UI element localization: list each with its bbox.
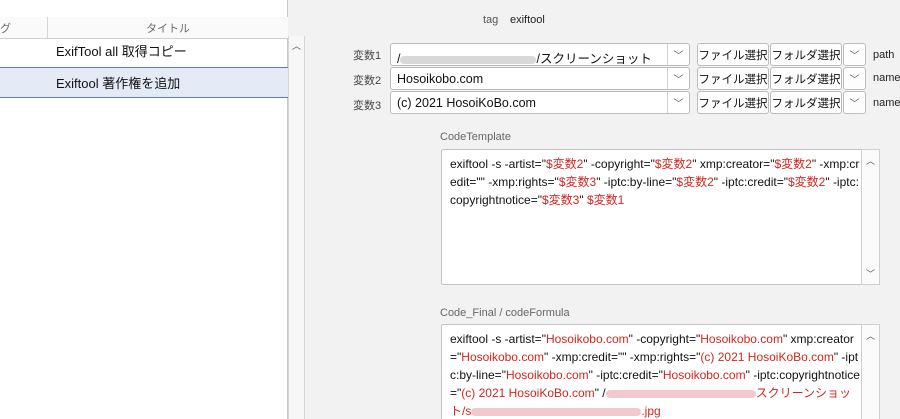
code-text: " [579, 193, 587, 207]
var2-type-label: name [873, 72, 900, 84]
var2-label: 変数2 [353, 75, 382, 87]
code-variable: .jpg [641, 404, 661, 418]
code-variable: Hosoikobo.com [700, 332, 783, 346]
code-template-textarea[interactable]: exiftool -s -artist="$変数2" -copyright="$… [441, 149, 880, 285]
scroll-up-icon[interactable]: ︿ [866, 154, 875, 167]
code-text: " -iptc:by-line=" [596, 175, 677, 189]
code-final-text: exiftool -s -artist="Hosoikobo.com" -cop… [450, 330, 864, 419]
code-variable: Hosoikobo.com [662, 368, 746, 382]
list-item[interactable]: ExifTool all 取得コピー [0, 36, 288, 65]
chevron-down-icon[interactable]: ﹀ [667, 92, 689, 113]
var2-combobox[interactable]: Hosoikobo.com ﹀ [390, 67, 690, 90]
chevron-down-icon[interactable]: ﹀ [843, 91, 866, 114]
code-text: " -iptc:credit=" [713, 175, 788, 189]
chevron-down-icon[interactable]: ﹀ [843, 67, 866, 90]
code-variable: (c) 2021 HosoiKoBo.com [461, 386, 595, 400]
redacted-path [605, 389, 756, 398]
code-variable: $変数1 [586, 193, 625, 207]
app-window: グ タイトル ExifTool all 取得コピー Exiftool 著作権を追… [0, 0, 900, 419]
macro-list[interactable]: グ タイトル ExifTool all 取得コピー Exiftool 著作権を追… [0, 0, 288, 419]
code-variable: $変数2 [787, 175, 826, 189]
var3-combobox[interactable]: (c) 2021 HosoiKoBo.com ﹀ [390, 91, 690, 114]
list-item-selected[interactable]: Exiftool 著作権を追加 [0, 67, 288, 98]
var1-file-select-button[interactable]: ファイル選択 [697, 43, 769, 66]
code-variable: $変数2 [774, 157, 812, 171]
code-template-scrollbar[interactable]: ︿ ﹀ [861, 149, 880, 285]
code-text: " -xmp:credit="" -xmp:rights=" [544, 350, 701, 364]
var1-value-suffix: /スクリーンショット [536, 52, 652, 66]
code-text: " -iptc:credit=" [588, 368, 663, 382]
code-text: exiftool -s -artist=" [450, 157, 546, 171]
var3-label: 変数3 [353, 100, 382, 112]
chevron-down-icon[interactable]: ﹀ [667, 68, 689, 89]
list-scrollbar[interactable]: ︿ [288, 36, 305, 419]
code-variable: $変数3 [558, 175, 597, 189]
code-final-scrollbar[interactable]: ︿ [861, 324, 880, 419]
var3-value: (c) 2021 HosoiKoBo.com [397, 96, 536, 110]
var1-value: //スクリーンショット [397, 48, 652, 67]
redacted-path [471, 407, 642, 416]
code-variable: $変数2 [654, 157, 693, 171]
var2-file-select-button[interactable]: ファイル選択 [697, 67, 769, 90]
var1-type-label: path [873, 49, 895, 61]
chevron-down-icon[interactable]: ﹀ [843, 43, 866, 66]
tag-label: tag [483, 14, 499, 26]
list-item-title: Exiftool 著作権を追加 [56, 76, 181, 91]
var3-file-select-button[interactable]: ファイル選択 [697, 91, 769, 114]
code-text: " -copyright=" [583, 157, 655, 171]
scroll-down-icon[interactable]: ﹀ [866, 267, 875, 280]
code-variable: $変数2 [545, 157, 584, 171]
list-item-title: ExifTool all 取得コピー [56, 44, 187, 59]
var3-folder-select-button[interactable]: フォルダ選択 [770, 91, 842, 114]
scroll-up-icon[interactable]: ︿ [866, 329, 875, 342]
chevron-down-icon[interactable]: ﹀ [667, 44, 689, 65]
code-variable: $変数2 [676, 175, 714, 189]
var1-label: 変数1 [353, 50, 382, 62]
var1-folder-select-button[interactable]: フォルダ選択 [770, 43, 842, 66]
tag-value: exiftool [510, 14, 545, 26]
var2-value: Hosoikobo.com [397, 72, 484, 86]
var2-folder-select-button[interactable]: フォルダ選択 [770, 67, 842, 90]
code-text: " / [594, 386, 606, 400]
redacted-path [400, 55, 537, 64]
code-text: exiftool -s -artist=" [450, 332, 546, 346]
code-variable: $変数3 [541, 193, 580, 207]
var1-combobox[interactable]: //スクリーンショット ﹀ [390, 43, 690, 66]
var3-type-label: name [873, 97, 900, 109]
code-variable: Hosoikobo.com [545, 332, 629, 346]
scroll-up-icon[interactable]: ︿ [292, 39, 301, 52]
code-variable: Hosoikobo.com [505, 368, 589, 382]
code-final-title: Code_Final / codeFormula [440, 307, 570, 319]
code-variable: Hosoikobo.com [461, 350, 544, 364]
code-final-textarea[interactable]: exiftool -s -artist="Hosoikobo.com" -cop… [441, 324, 880, 419]
code-variable: (c) 2021 HosoiKoBo.com [700, 350, 834, 364]
code-text: " xmp:creator=" [692, 157, 775, 171]
code-text: " -copyright=" [628, 332, 701, 346]
code-template-title: CodeTemplate [440, 131, 511, 143]
code-template-text: exiftool -s -artist="$変数2" -copyright="$… [450, 155, 864, 209]
